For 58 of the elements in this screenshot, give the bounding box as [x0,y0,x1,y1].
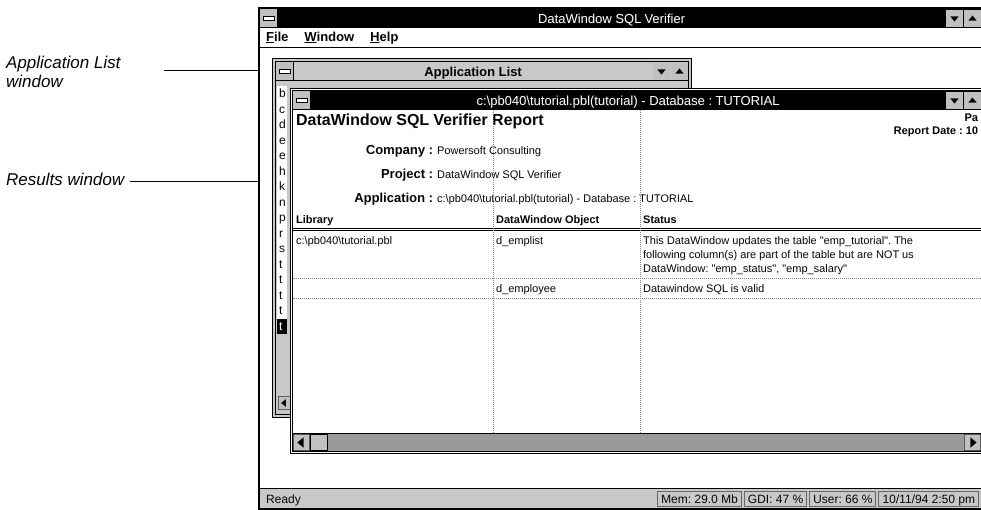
list-item[interactable]: r [277,226,287,241]
column-header: Library [295,214,334,228]
maximize-icon[interactable] [964,10,981,26]
table-cell: This DataWindow updates the table "emp_tutorial". The following column(s) are part of the table but are NOT us DataWindow: "emp_status", "emp_salary" [643,235,914,275]
field-label: Project : [380,166,434,181]
column-header: DataWindow Object [495,214,600,228]
field-value: c:\pb040\tutorial.pbl(tutorial) - Database : TUTORIAL [437,193,694,205]
report-date: Report Date : 10 [894,125,978,138]
scroll-right-icon[interactable] [964,434,981,451]
list-item[interactable]: t [277,303,287,318]
scroll-left-icon[interactable] [293,434,310,451]
minimize-icon[interactable] [946,10,963,26]
list-item[interactable]: d [277,117,287,132]
report-title: DataWindow SQL Verifier Report [296,112,544,131]
status-panel: 10/11/94 2:50 pm [878,490,979,506]
system-menu-icon[interactable] [260,9,278,27]
table-cell: c:\pb040\tutorial.pbl [296,235,392,247]
maximize-icon[interactable] [964,92,981,108]
page-label: Pa [964,112,978,125]
table-cell: d_emplist [496,235,544,247]
status-panel: GDI: 47 % [744,490,808,506]
field-label: Company : [364,142,434,157]
field-value: DataWindow SQL Verifier [437,169,562,181]
list-item[interactable]: c [277,102,287,117]
list-item[interactable]: t [277,288,287,303]
system-menu-icon[interactable] [276,62,294,80]
minimize-icon[interactable] [946,92,963,108]
window-title: Application List [423,64,523,78]
minimize-icon[interactable] [653,62,670,80]
field-value: Powersoft Consulting [437,145,541,157]
list-item[interactable]: k [277,179,287,194]
menu-item[interactable]: File [266,29,288,46]
scroll-thumb[interactable] [310,434,328,451]
list-item[interactable]: p [277,210,287,226]
list-item[interactable]: n [277,194,287,210]
status-panel: Mem: 29.0 Mb [657,490,742,506]
list-item[interactable]: b [277,86,287,102]
system-menu-icon[interactable] [293,91,311,109]
list-item[interactable]: e [277,148,287,164]
menu-item[interactable]: Window [304,29,354,46]
callout-label: Application List window [6,53,120,91]
status-text: Ready [265,492,302,506]
column-header: Status [642,214,678,228]
list-item[interactable]: t [277,272,287,288]
menu-item[interactable]: Help [370,29,398,46]
maximize-icon[interactable] [671,62,688,80]
window-title: c:\pb040\tutorial.pbl(tutorial) - Database : TUTORIAL [476,92,780,108]
callout-label: Results window [6,170,124,189]
list-item[interactable]: s [277,241,287,256]
list-item[interactable]: t [277,318,287,334]
table-cell: Datawindow SQL is valid [643,283,764,295]
list-item[interactable]: t [277,256,287,272]
status-panel: User: 66 % [809,490,876,506]
table-cell: d_employee [496,283,556,295]
field-label: Application : [353,190,434,205]
window-title: DataWindow SQL Verifier [537,10,686,26]
list-item[interactable]: e [277,132,287,148]
list-item[interactable]: h [277,164,287,179]
